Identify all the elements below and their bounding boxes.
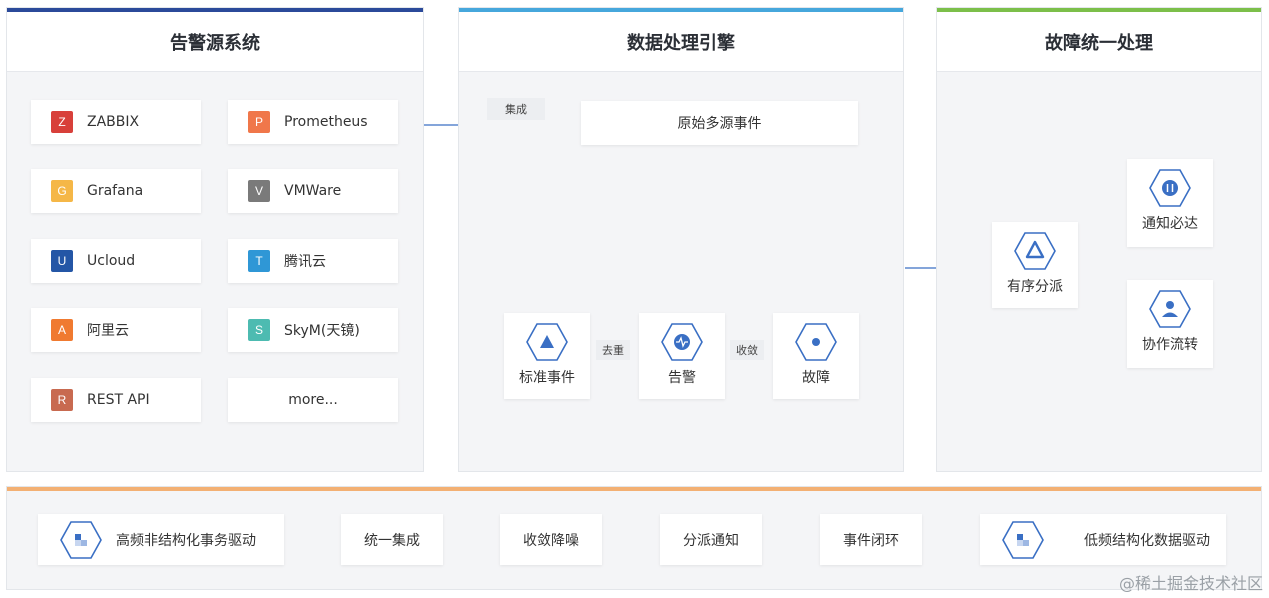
dedupe-tag: 去重	[596, 340, 630, 360]
source-label: Grafana	[87, 183, 144, 199]
standard-event-node: 标准事件	[504, 313, 590, 399]
source-card-rest-api: R REST API	[31, 378, 201, 422]
tencent-cloud-icon: T	[248, 250, 270, 272]
processing-panel: 数据处理引擎	[458, 7, 904, 472]
source-label: REST API	[87, 392, 150, 408]
panel-title: 故障统一处理	[937, 12, 1261, 72]
flow-step-label: 低频结构化数据驱动	[1084, 532, 1210, 549]
fault-label: 故障	[802, 370, 830, 386]
notify-node: 通知必达	[1127, 159, 1213, 247]
source-label: Prometheus	[284, 114, 368, 130]
dispatch-icon	[1014, 232, 1056, 270]
flow-step-low-freq: 低频结构化数据驱动	[980, 514, 1226, 565]
fault-handling-panel: 故障统一处理	[936, 7, 1262, 472]
rest-api-icon: R	[51, 389, 73, 411]
collab-label: 协作流转	[1142, 337, 1198, 353]
aliyun-icon: A	[51, 319, 73, 341]
collab-user-icon	[1149, 290, 1191, 328]
source-card-ucloud: U Ucloud	[31, 239, 201, 283]
vmware-icon: V	[248, 180, 270, 202]
notify-icon	[1149, 169, 1191, 207]
source-label: ZABBIX	[87, 114, 140, 130]
prometheus-icon: P	[248, 111, 270, 133]
standard-event-label: 标准事件	[519, 370, 575, 386]
more-label: more...	[288, 392, 338, 408]
notify-label: 通知必达	[1142, 216, 1198, 232]
source-card-grafana: G Grafana	[31, 169, 201, 213]
alert-node: 告警	[639, 313, 725, 399]
source-card-prometheus: P Prometheus	[228, 100, 398, 144]
alert-label: 告警	[668, 370, 696, 386]
source-card-more: more...	[228, 378, 398, 422]
converge-tag: 收敛	[730, 340, 764, 360]
integrate-tag: 集成	[487, 98, 545, 120]
alert-pulse-icon	[661, 323, 703, 361]
source-card-vmware: V VMWare	[228, 169, 398, 213]
flow-step-closed-loop: 事件闭环	[820, 514, 922, 565]
source-card-zabbix: Z ZABBIX	[31, 100, 201, 144]
source-label: SkyM(天镜)	[284, 323, 360, 339]
zabbix-icon: Z	[51, 111, 73, 133]
fault-icon	[795, 323, 837, 361]
flow-step-integrate: 统一集成	[341, 514, 443, 565]
source-card-tencent: T 腾讯云	[228, 239, 398, 283]
standard-event-icon	[526, 323, 568, 361]
source-card-skym: S SkyM(天镜)	[228, 308, 398, 352]
fault-node: 故障	[773, 313, 859, 399]
ucloud-icon: U	[51, 250, 73, 272]
source-label: 阿里云	[87, 323, 129, 339]
dispatch-node: 有序分派	[992, 222, 1078, 308]
flow-step-dispatch: 分派通知	[660, 514, 762, 565]
raw-events-card: 原始多源事件	[581, 101, 858, 145]
panel-title: 告警源系统	[7, 12, 423, 72]
panel-title: 数据处理引擎	[459, 12, 903, 72]
watermark: @稀土掘金技术社区	[1118, 574, 1263, 593]
cube-icon	[1002, 520, 1044, 559]
flow-step-noise-reduction: 收敛降噪	[500, 514, 602, 565]
source-label: Ucloud	[87, 253, 136, 269]
dispatch-label: 有序分派	[1007, 279, 1063, 295]
source-label: 腾讯云	[284, 254, 326, 270]
collab-node: 协作流转	[1127, 280, 1213, 368]
panel-accent-bar	[7, 487, 1261, 491]
grafana-icon: G	[51, 180, 73, 202]
cube-icon	[60, 520, 102, 559]
source-label: VMWare	[284, 183, 342, 199]
flow-step-label: 高频非结构化事务驱动	[116, 532, 256, 549]
flow-step-high-freq: 高频非结构化事务驱动	[38, 514, 284, 565]
source-card-aliyun: A 阿里云	[31, 308, 201, 352]
skym-icon: S	[248, 319, 270, 341]
